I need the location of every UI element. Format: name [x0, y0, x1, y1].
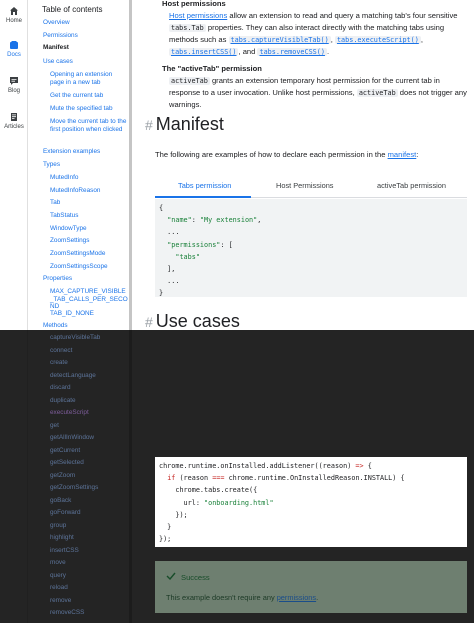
manifest-heading: # Manifest: [145, 114, 224, 134]
toc-extension-examples[interactable]: Extension examples: [43, 148, 100, 156]
use-case-code-block: chrome.runtime.onInstalled.addListener((…: [155, 457, 467, 547]
toc-mutedinfo[interactable]: MutedInfo: [50, 174, 78, 182]
toc-method-executescript[interactable]: executeScript: [50, 409, 89, 416]
toc-method-getallinwindow[interactable]: getAllInWindow: [50, 434, 94, 441]
toc-overview[interactable]: Overview: [43, 19, 70, 27]
manifest-paragraph: The following are examples of how to dec…: [155, 150, 419, 159]
activetab-heading: The "activeTab" permission: [162, 64, 262, 73]
toc-get-current-tab[interactable]: Get the current tab: [50, 92, 103, 100]
home-icon: [10, 7, 18, 15]
success-title: Success: [181, 573, 210, 582]
toc-method-getcurrent[interactable]: getCurrent: [50, 447, 80, 454]
toc-method-create[interactable]: create: [50, 359, 68, 366]
rail-home[interactable]: Home: [0, 6, 28, 24]
toc-mute-tab[interactable]: Mute the specified tab: [50, 105, 113, 113]
toc-method-getzoomsettings[interactable]: getZoomSettings: [50, 484, 98, 491]
permissions-link[interactable]: permissions: [277, 593, 316, 602]
toc-method-group[interactable]: group: [50, 522, 66, 529]
docs-icon: [10, 41, 18, 49]
articles-icon: [11, 113, 17, 121]
toc-use-cases[interactable]: Use cases: [43, 58, 73, 66]
toc-method-capturevisibletab[interactable]: captureVisibleTab: [50, 334, 100, 341]
toc-title: Table of contents: [42, 5, 103, 14]
toc-properties[interactable]: Properties: [43, 275, 72, 283]
toc-method-query[interactable]: query: [50, 572, 66, 579]
toc-method-duplicate[interactable]: duplicate: [50, 397, 76, 404]
success-message: This example doesn't require any permiss…: [166, 593, 319, 602]
host-permissions-link[interactable]: Host permissions: [169, 11, 227, 20]
rail-blog[interactable]: Blog: [0, 76, 28, 94]
toc-zoomsettingsscope[interactable]: ZoomSettingsScope: [50, 263, 108, 271]
toc-opening-extension-page[interactable]: Opening an extension page in a new tab: [50, 71, 128, 86]
insert-css-link[interactable]: tabs.insertCSS(): [169, 48, 239, 56]
toc-method-removecss[interactable]: removeCSS: [50, 609, 84, 616]
use-cases-heading: # Use cases: [145, 311, 240, 331]
toc-methods[interactable]: Methods: [43, 322, 68, 330]
tab-tabs-permission[interactable]: Tabs permission: [178, 181, 231, 190]
anchor-hash[interactable]: #: [145, 314, 153, 330]
permission-tabs: Tabs permission Host Permissions activeT…: [155, 174, 467, 198]
toc-method-discard[interactable]: discard: [50, 384, 71, 391]
check-icon: [166, 572, 176, 580]
toc-method-highlight[interactable]: highlight: [50, 534, 74, 541]
activetab-paragraph: activeTab grants an extension temporary …: [169, 76, 467, 109]
host-permissions-heading: Host permissions: [162, 0, 226, 8]
toc-method-goback[interactable]: goBack: [50, 497, 71, 504]
rail-docs[interactable]: Docs: [0, 40, 28, 58]
blog-icon: [10, 77, 18, 85]
toc-method-getzoom[interactable]: getZoom: [50, 472, 75, 479]
tab-host-permissions[interactable]: Host Permissions: [276, 181, 334, 190]
toc-tabstatus[interactable]: TabStatus: [50, 212, 78, 220]
active-tab-indicator: [155, 196, 251, 198]
toc-windowtype[interactable]: WindowType: [50, 225, 87, 233]
toc-manifest[interactable]: Manifest: [43, 44, 69, 52]
toc-tab-id-none[interactable]: TAB_ID_NONE: [50, 310, 94, 318]
tab-activetab-permission[interactable]: activeTab permission: [377, 181, 446, 190]
toc-method-reload[interactable]: reload: [50, 584, 68, 591]
toc-tab[interactable]: Tab: [50, 199, 60, 207]
toc-method-detectlanguage[interactable]: detectLanguage: [50, 372, 96, 379]
success-callout: Success This example doesn't require any…: [155, 561, 467, 613]
toc-method-get[interactable]: get: [50, 422, 59, 429]
rail-articles[interactable]: Articles: [0, 112, 28, 130]
execute-script-link[interactable]: tabs.executeScript(): [334, 36, 421, 44]
capture-visible-tab-link[interactable]: tabs.captureVisibleTab(): [228, 36, 331, 44]
remove-css-link[interactable]: tabs.removeCSS(): [257, 48, 327, 56]
toc-types[interactable]: Types: [43, 161, 60, 169]
toc-method-connect[interactable]: connect: [50, 347, 72, 354]
toc-max-capture[interactable]: MAX_CAPTURE_VISIBLE_TAB_CALLS_PER_SECOND: [50, 288, 128, 311]
manifest-code-block: { "name": "My extension", ... "permissio…: [155, 199, 467, 297]
anchor-hash[interactable]: #: [145, 117, 153, 133]
toc-method-move[interactable]: move: [50, 559, 66, 566]
toc-mutedinforeason[interactable]: MutedInfoReason: [50, 187, 100, 195]
toc-zoomsettings[interactable]: ZoomSettings: [50, 237, 89, 245]
toc-method-remove[interactable]: remove: [50, 597, 71, 604]
host-permissions-paragraph: Host permissions allow an extension to r…: [169, 11, 458, 56]
manifest-link[interactable]: manifest: [388, 150, 417, 159]
toc-method-goforward[interactable]: goForward: [50, 509, 81, 516]
toc-permissions[interactable]: Permissions: [43, 32, 78, 40]
toc-method-insertcss[interactable]: insertCSS: [50, 547, 79, 554]
toc-zoomsettingsmode[interactable]: ZoomSettingsMode: [50, 250, 105, 258]
toc-method-getselected[interactable]: getSelected: [50, 459, 84, 466]
toc-move-tab[interactable]: Move the current tab to the first positi…: [50, 118, 128, 133]
